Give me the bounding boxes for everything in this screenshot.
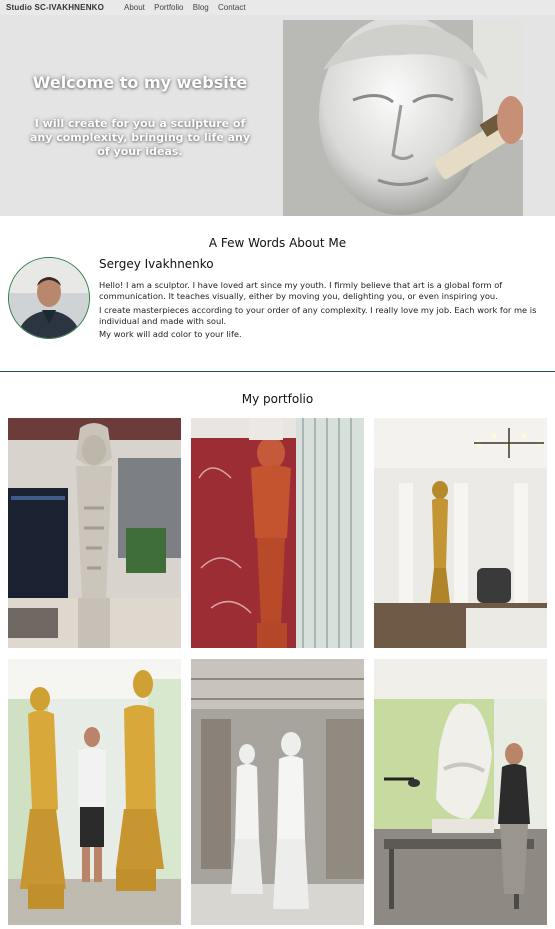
nav-link-portfolio[interactable]: Portfolio — [154, 3, 183, 12]
hero-subtitle: I will create for you a sculpture of any… — [29, 117, 251, 158]
nav-link-blog[interactable]: Blog — [193, 3, 209, 12]
about-paragraph: Hello! I am a sculptor. I have loved art… — [99, 280, 503, 301]
brand-logo-text[interactable]: Studio SC-IVAKHNENKO — [6, 3, 104, 12]
avatar — [8, 257, 90, 339]
portfolio-photo-golden-statues-with-sculptor[interactable] — [8, 659, 181, 925]
portfolio-photo-red-atlas[interactable] — [191, 418, 364, 648]
portfolio-photo-white-statues-workshop[interactable] — [191, 659, 364, 925]
portfolio-photo-sculptor-working[interactable] — [374, 659, 547, 925]
about-text: Hello! I am a sculptor. I have loved art… — [99, 280, 544, 343]
section-divider — [0, 371, 555, 372]
portfolio-photo-atlas-column[interactable] — [8, 418, 181, 648]
author-name: Sergey Ivakhnenko — [99, 257, 214, 271]
top-nav: Studio SC-IVAKHNENKO About Portfolio Blo… — [0, 0, 555, 15]
about-paragraph: My work will add color to your life. — [99, 329, 242, 339]
hero-title: Welcome to my website — [32, 73, 248, 92]
hero-image-sculpture-head — [283, 20, 523, 216]
portfolio-section-title: My portfolio — [241, 392, 314, 406]
nav-link-contact[interactable]: Contact — [218, 3, 246, 12]
nav-link-about[interactable]: About — [124, 3, 145, 12]
portfolio-photo-golden-statue-room[interactable] — [374, 418, 547, 648]
nav-links: About Portfolio Blog Contact — [124, 3, 253, 12]
about-section-title: A Few Words About Me — [208, 236, 347, 250]
about-paragraph: I create masterpieces according to your … — [99, 304, 537, 326]
hero-section: Welcome to my website I will create for … — [0, 15, 555, 216]
